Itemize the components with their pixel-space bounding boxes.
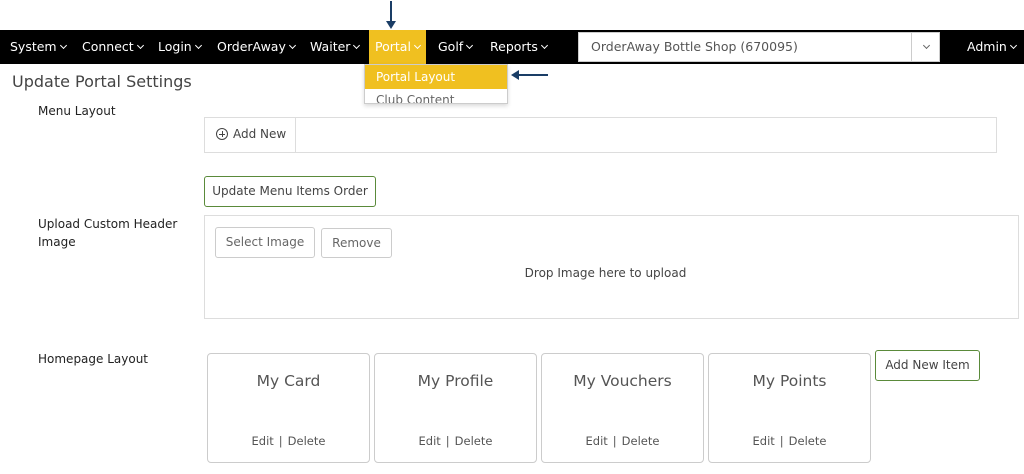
portal-dropdown-menu: Portal Layout Club Content — [364, 64, 508, 104]
nav-golf[interactable]: Golf — [438, 30, 474, 64]
edit-link[interactable]: Edit — [419, 434, 441, 448]
chevron-down-icon — [413, 41, 421, 50]
upload-header-label: Upload Custom Header Image — [38, 217, 178, 249]
nav-label: Connect — [82, 39, 134, 54]
nav-label: Admin — [967, 39, 1007, 54]
menu-layout-box — [204, 117, 997, 153]
card-title: My Card — [256, 372, 321, 390]
edit-link[interactable]: Edit — [586, 434, 608, 448]
chevron-down-icon — [540, 41, 548, 50]
card-actions: Edit | Delete — [709, 434, 870, 448]
nav-label: Portal — [375, 39, 411, 54]
separator: | — [278, 434, 283, 448]
card-actions: Edit | Delete — [542, 434, 703, 448]
remove-button[interactable]: Remove — [321, 228, 392, 258]
homepage-card: My Card Edit | Delete — [207, 353, 370, 463]
delete-link[interactable]: Delete — [789, 434, 827, 448]
card-actions: Edit | Delete — [208, 434, 369, 448]
chevron-down-icon — [466, 41, 474, 50]
menu-item-club-content[interactable]: Club Content — [365, 89, 507, 103]
chevron-down-icon — [59, 41, 67, 50]
drop-zone-text: Drop Image here to upload — [524, 266, 687, 280]
annotation-arrow-down-icon — [386, 1, 396, 29]
menu-layout-label: Menu Layout — [38, 104, 116, 118]
homepage-layout-label: Homepage Layout — [38, 352, 149, 366]
homepage-card: My Vouchers Edit | Delete — [541, 353, 704, 463]
menu-item-portal-layout[interactable]: Portal Layout — [365, 65, 507, 89]
add-new-button[interactable]: Add New — [205, 118, 296, 152]
select-image-button[interactable]: Select Image — [215, 227, 315, 258]
nav-label: Waiter — [310, 39, 351, 54]
add-new-label: Add New — [233, 127, 287, 141]
nav-connect[interactable]: Connect — [82, 30, 144, 64]
card-actions: Edit | Delete — [375, 434, 536, 448]
chevron-down-icon — [288, 41, 296, 50]
separator: | — [445, 434, 450, 448]
nav-admin[interactable]: Admin — [967, 30, 1017, 64]
update-menu-items-order-button[interactable]: Update Menu Items Order — [204, 176, 376, 207]
nav-system[interactable]: System — [10, 30, 67, 64]
chevron-down-icon — [353, 41, 361, 50]
nav-waiter[interactable]: Waiter — [310, 30, 361, 64]
page-title: Update Portal Settings — [12, 72, 192, 91]
card-title: My Vouchers — [573, 372, 672, 390]
nav-orderaway[interactable]: OrderAway — [217, 30, 296, 64]
nav-reports[interactable]: Reports — [490, 30, 548, 64]
card-title: My Profile — [417, 372, 494, 390]
top-strip — [0, 0, 1024, 30]
nav-label: Login — [158, 39, 192, 54]
separator: | — [612, 434, 617, 448]
delete-link[interactable]: Delete — [622, 434, 660, 448]
nav-label: System — [10, 39, 57, 54]
delete-link[interactable]: Delete — [455, 434, 493, 448]
plus-circle-icon — [216, 128, 228, 140]
nav-label: Reports — [490, 39, 538, 54]
add-new-item-button[interactable]: Add New Item — [875, 350, 980, 381]
nav-label: Golf — [438, 39, 464, 54]
separator: | — [779, 434, 784, 448]
annotation-arrow-left-icon — [511, 70, 548, 80]
nav-label: OrderAway — [217, 39, 286, 54]
nav-login[interactable]: Login — [158, 30, 202, 64]
edit-link[interactable]: Edit — [252, 434, 274, 448]
chevron-down-icon — [136, 41, 144, 50]
edit-link[interactable]: Edit — [753, 434, 775, 448]
card-title: My Points — [752, 372, 827, 390]
store-select-value: OrderAway Bottle Shop (670095) — [591, 39, 798, 54]
select-divider — [911, 33, 912, 61]
homepage-card: My Profile Edit | Delete — [374, 353, 537, 463]
chevron-down-icon — [1009, 41, 1017, 50]
homepage-card: My Points Edit | Delete — [708, 353, 871, 463]
chevron-down-icon[interactable] — [922, 41, 931, 50]
nav-portal[interactable]: Portal — [369, 30, 426, 64]
chevron-down-icon — [194, 41, 202, 50]
store-select[interactable]: OrderAway Bottle Shop (670095) — [578, 32, 940, 62]
delete-link[interactable]: Delete — [288, 434, 326, 448]
